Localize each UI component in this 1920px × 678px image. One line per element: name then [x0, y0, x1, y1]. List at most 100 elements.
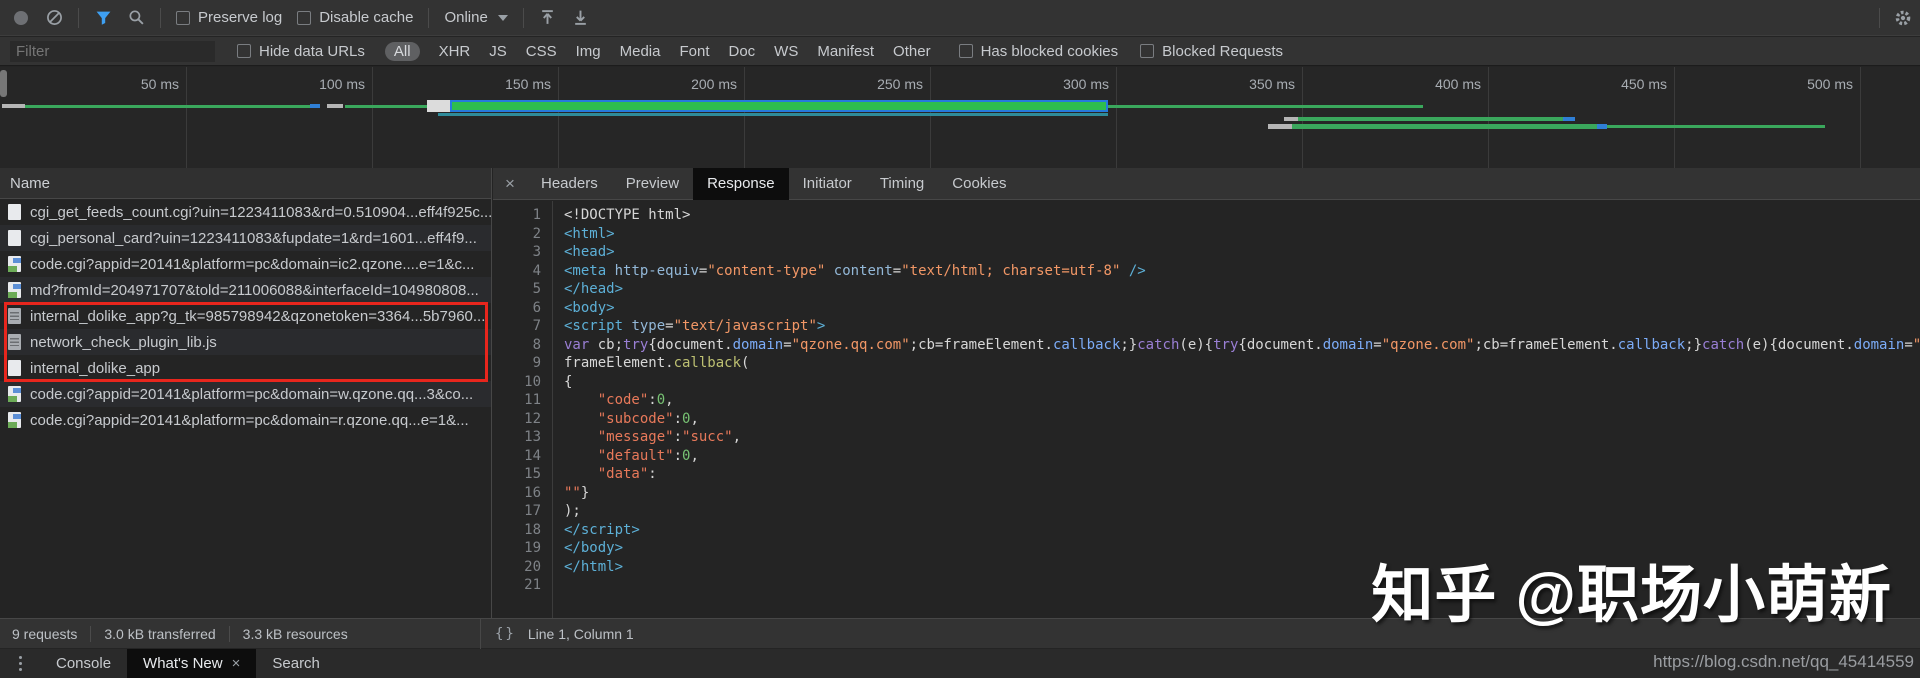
divider — [1879, 8, 1880, 28]
request-row[interactable]: code.cgi?appid=20141&platform=pc&domain=… — [0, 251, 491, 277]
export-har-icon — [572, 9, 589, 26]
divider — [160, 8, 161, 28]
timeline-tick-label: 100 ms — [319, 76, 372, 92]
drawer-menu-button[interactable] — [0, 656, 40, 671]
line-content: <script type="text/javascript"> — [552, 317, 825, 336]
drawer-tab-search[interactable]: Search — [256, 649, 336, 678]
import-har-button[interactable] — [539, 9, 557, 27]
waterfall-bar — [1284, 117, 1298, 121]
request-row[interactable]: code.cgi?appid=20141&platform=pc&domain=… — [0, 407, 491, 433]
devtools-window: Preserve log Disable cache Online — [0, 0, 1920, 678]
network-toolbar: Preserve log Disable cache Online — [0, 0, 1920, 36]
tab-preview[interactable]: Preview — [612, 168, 693, 200]
tab-headers[interactable]: Headers — [527, 168, 612, 200]
tab-timing[interactable]: Timing — [866, 168, 938, 200]
throttling-dropdown[interactable]: Online — [444, 9, 507, 26]
filter-type-media[interactable]: Media — [620, 43, 661, 60]
waterfall-bar — [1292, 124, 1600, 129]
overview-handle[interactable] — [0, 70, 7, 97]
tab-cookies[interactable]: Cookies — [938, 168, 1020, 200]
line-content: </script> — [552, 521, 640, 540]
request-row[interactable]: code.cgi?appid=20141&platform=pc&domain=… — [0, 381, 491, 407]
filter-type-img[interactable]: Img — [576, 43, 601, 60]
filter-type-css[interactable]: CSS — [526, 43, 557, 60]
drawer-tabs: ConsoleWhat's New×Search — [40, 649, 336, 678]
waterfall-bar — [1298, 117, 1570, 121]
doc-file-icon — [8, 204, 21, 220]
chevron-down-icon — [498, 15, 508, 21]
waterfall-bar — [1597, 124, 1607, 129]
divider — [90, 626, 91, 642]
waterfall-bar — [1607, 125, 1825, 128]
filter-type-other[interactable]: Other — [893, 43, 931, 60]
has-blocked-cookies-label: Has blocked cookies — [981, 43, 1119, 60]
requests-summary: 9 requests3.0 kB transferred3.3 kB resou… — [0, 626, 480, 642]
hide-data-urls-checkbox[interactable]: Hide data URLs — [237, 43, 365, 60]
line-number: 15 — [493, 465, 552, 484]
waterfall-bar — [2, 104, 25, 108]
tab-initiator[interactable]: Initiator — [789, 168, 866, 200]
line-content: "subcode":0, — [552, 410, 699, 429]
gear-icon — [1894, 8, 1912, 28]
line-number: 5 — [493, 280, 552, 299]
divider — [229, 626, 230, 642]
waterfall-bar — [345, 105, 427, 108]
record-button[interactable] — [12, 9, 30, 27]
filter-type-js[interactable]: JS — [489, 43, 507, 60]
timeline-tick-label: 500 ms — [1807, 76, 1860, 92]
waterfall-bar — [1563, 117, 1575, 121]
line-content — [552, 576, 564, 595]
code-line: 12 "subcode":0, — [493, 410, 1920, 429]
filter-type-manifest[interactable]: Manifest — [817, 43, 874, 60]
disable-cache-checkbox[interactable]: Disable cache — [297, 9, 413, 26]
timeline-gridline — [1674, 67, 1675, 168]
line-number: 3 — [493, 243, 552, 262]
code-line: 9frameElement.callback( — [493, 354, 1920, 373]
filter-toggle-button[interactable] — [94, 9, 112, 27]
request-row[interactable]: md?fromId=204971707&told=211006088&inter… — [0, 277, 491, 303]
filter-type-doc[interactable]: Doc — [728, 43, 755, 60]
request-row[interactable]: network_check_plugin_lib.js — [0, 329, 491, 355]
hide-data-urls-label: Hide data URLs — [259, 43, 365, 60]
checkbox-icon — [297, 11, 311, 25]
code-line: 8var cb;try{document.domain="qzone.qq.co… — [493, 336, 1920, 355]
export-har-button[interactable] — [572, 9, 590, 27]
line-number: 6 — [493, 299, 552, 318]
request-row[interactable]: internal_dolike_app?g_tk=985798942&qzone… — [0, 303, 491, 329]
filter-type-all[interactable]: All — [385, 42, 420, 61]
has-blocked-cookies-checkbox[interactable]: Has blocked cookies — [959, 43, 1119, 60]
drawer-tab-console[interactable]: Console — [40, 649, 127, 678]
filter-type-xhr[interactable]: XHR — [439, 43, 471, 60]
request-row[interactable]: cgi_get_feeds_count.cgi?uin=1223411083&r… — [0, 199, 491, 225]
network-overview-timeline[interactable]: 50 ms100 ms150 ms200 ms250 ms300 ms350 m… — [0, 67, 1920, 168]
close-detail-button[interactable]: × — [493, 174, 527, 194]
line-content: </head> — [552, 280, 623, 299]
filter-type-font[interactable]: Font — [679, 43, 709, 60]
drawer-tab-what-s-new[interactable]: What's New× — [127, 649, 256, 678]
request-name: cgi_get_feeds_count.cgi?uin=1223411083&r… — [30, 204, 491, 221]
request-name: cgi_personal_card?uin=1223411083&fupdate… — [30, 230, 477, 247]
blocked-requests-checkbox[interactable]: Blocked Requests — [1140, 43, 1283, 60]
request-name: code.cgi?appid=20141&platform=pc&domain=… — [30, 412, 469, 429]
clear-button[interactable] — [45, 9, 63, 27]
tab-response[interactable]: Response — [693, 168, 789, 200]
filter-type-ws[interactable]: WS — [774, 43, 798, 60]
name-column-header[interactable]: Name — [0, 168, 491, 199]
settings-button[interactable] — [1894, 9, 1912, 27]
code-line: 18</script> — [493, 521, 1920, 540]
request-list: cgi_get_feeds_count.cgi?uin=1223411083&r… — [0, 199, 491, 433]
timeline-gridline — [744, 67, 745, 168]
request-row[interactable]: internal_dolike_app — [0, 355, 491, 381]
requests-panel: Name cgi_get_feeds_count.cgi?uin=1223411… — [0, 168, 492, 618]
timeline-gridline — [186, 67, 187, 168]
code-line: 6<body> — [493, 299, 1920, 318]
request-row[interactable]: cgi_personal_card?uin=1223411083&fupdate… — [0, 225, 491, 251]
code-line: 1<!DOCTYPE html> — [493, 206, 1920, 225]
preserve-log-checkbox[interactable]: Preserve log — [176, 9, 282, 26]
search-button[interactable] — [127, 9, 145, 27]
close-tab-icon[interactable]: × — [232, 655, 241, 672]
timeline-tick-label: 400 ms — [1435, 76, 1488, 92]
line-number: 16 — [493, 484, 552, 503]
resource-type-filters: All XHR JS CSS Img Media Font Doc WS Manifest Othe… — [385, 42, 931, 61]
filter-input[interactable] — [10, 41, 215, 62]
